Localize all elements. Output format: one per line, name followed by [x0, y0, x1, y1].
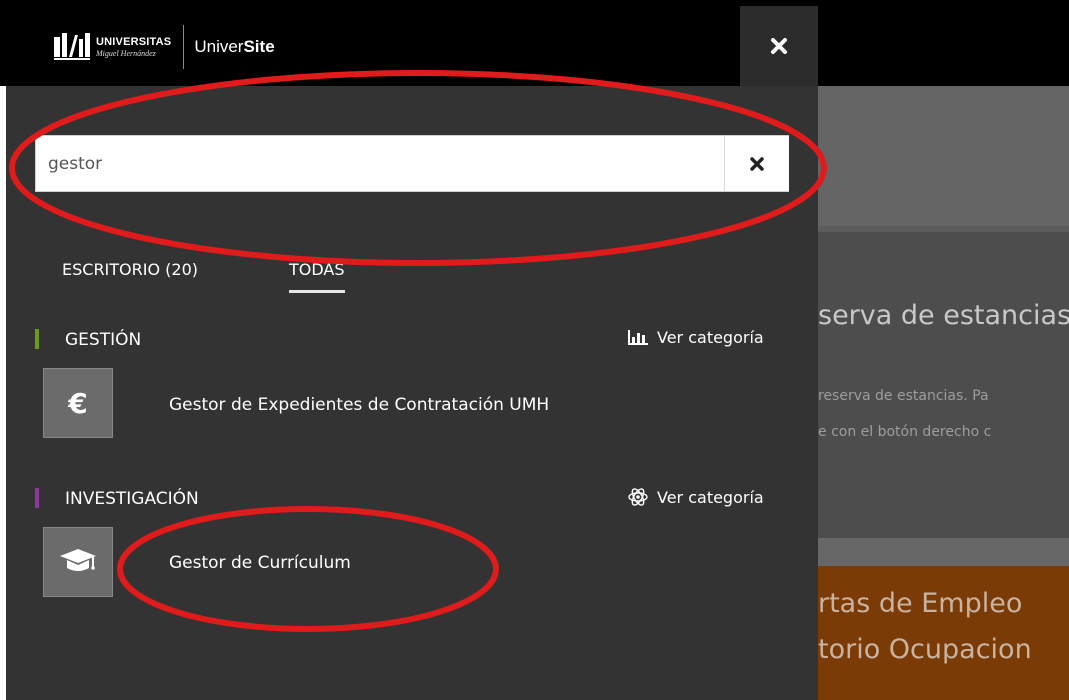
background-divider: [818, 226, 1069, 232]
orange-card-line1: rtas de Empleo: [818, 588, 1023, 619]
app-icon-contratacion[interactable]: €: [43, 368, 113, 438]
app-icon-curriculum[interactable]: [43, 527, 113, 597]
tab-todas[interactable]: TODAS: [289, 260, 345, 293]
logo-subtitle-text: Miguel Hernández: [96, 48, 156, 58]
close-panel-button[interactable]: [740, 6, 818, 86]
background-banner: [818, 86, 1069, 226]
background-card-title: serva de estancias: [818, 300, 1069, 331]
atom-icon: [628, 488, 648, 506]
section-title-gestion: GESTIÓN: [65, 330, 142, 350]
app-name: UniverSite: [194, 37, 274, 57]
app-link-contratacion[interactable]: Gestor de Expedientes de Contratación UM…: [169, 395, 549, 415]
panel-header: UNIVERSITAS Miguel Hernández UniverSite: [6, 6, 818, 86]
active-tab-indicator: [289, 290, 345, 293]
ver-categoria-gestion-link[interactable]: Ver categoría: [627, 328, 764, 347]
logo-universitas-text: UNIVERSITAS: [96, 35, 172, 48]
search-panel: UNIVERSITAS Miguel Hernández UniverSite …: [6, 6, 818, 700]
graduation-cap-icon: [60, 549, 96, 571]
bar-chart-icon: [628, 329, 648, 345]
universite-logo[interactable]: UNIVERSITAS Miguel Hernández UniverSite: [54, 25, 275, 69]
section-accent-gestion: [35, 329, 39, 349]
ver-categoria-gestion-label: Ver categoría: [657, 328, 764, 347]
background-card-text-line2: e con el botón derecho c: [818, 424, 992, 440]
app-link-curriculum[interactable]: Gestor de Currículum: [169, 553, 351, 573]
section-title-investigacion: INVESTIGACIÓN: [65, 489, 199, 509]
orange-card-line2: torio Ocupacion: [818, 634, 1032, 665]
svg-text:€: €: [67, 388, 87, 418]
close-icon: [771, 38, 787, 54]
background-card-text-line1: reserva de estancias. Pa: [818, 388, 989, 404]
university-logo-icon: [54, 33, 90, 60]
search-input[interactable]: [36, 136, 724, 191]
tab-escritorio[interactable]: ESCRITORIO (20): [62, 260, 198, 279]
search-box: [35, 135, 789, 192]
background-separator-band: [818, 538, 1069, 566]
background-orange-card: rtas de Empleo torio Ocupacion: [818, 566, 1069, 700]
tab-todas-label: TODAS: [289, 260, 345, 279]
logo-divider: [183, 25, 185, 69]
close-icon: [750, 156, 764, 171]
euro-icon: €: [67, 388, 87, 418]
clear-search-button[interactable]: [724, 136, 789, 191]
ver-categoria-investigacion-label: Ver categoría: [657, 487, 764, 507]
app-name-suffix: Site: [243, 37, 275, 56]
section-accent-investigacion: [35, 488, 39, 508]
ver-categoria-investigacion-link[interactable]: Ver categoría: [627, 487, 764, 507]
app-name-prefix: Univer: [194, 37, 244, 56]
background-page: serva de estancias reserva de estancias.…: [818, 86, 1069, 700]
